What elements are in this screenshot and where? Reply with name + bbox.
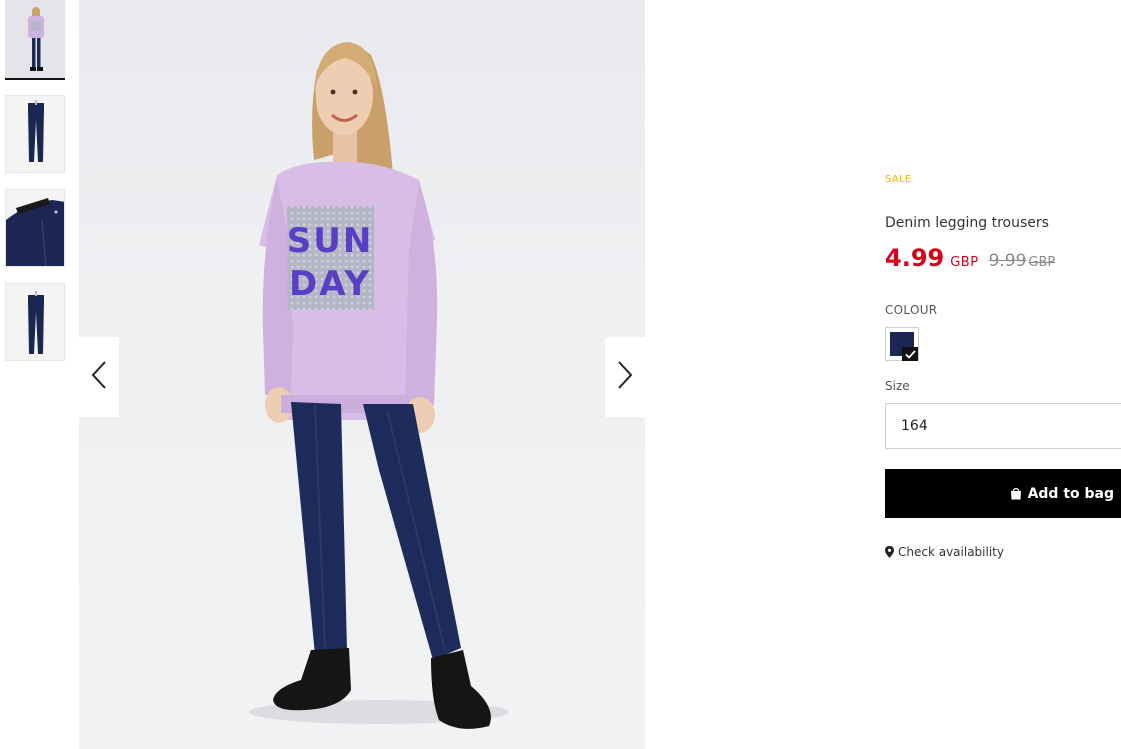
previous-image-button[interactable] <box>79 337 119 417</box>
add-to-bag-button[interactable]: Add to bag <box>885 469 1121 518</box>
thumbnail-back[interactable] <box>5 283 65 361</box>
original-price-currency: GBP <box>1028 255 1056 270</box>
active-thumbnail-indicator <box>5 78 65 80</box>
checkmark-icon <box>902 347 918 361</box>
model-photo: SUN DAY <box>249 42 509 729</box>
product-title: Denim legging trousers <box>885 215 1049 231</box>
size-label: Size <box>885 379 910 393</box>
colour-label: COLOUR <box>885 303 938 317</box>
check-availability-label: Check availability <box>898 545 1004 559</box>
size-select-value: 164 <box>901 418 928 434</box>
shopping-bag-icon <box>1010 487 1022 500</box>
check-availability-link[interactable]: Check availability <box>885 545 1004 559</box>
size-select[interactable]: 164 <box>885 403 1121 449</box>
main-product-image: SUN DAY <box>79 0 645 749</box>
chevron-right-icon <box>616 360 634 394</box>
sale-price-currency: GBP <box>950 255 979 270</box>
sale-badge: SALE <box>885 174 912 185</box>
next-image-button[interactable] <box>605 337 645 417</box>
sweater-print-line-1: SUN <box>287 221 374 261</box>
thumbnail-model[interactable] <box>5 0 65 78</box>
colour-swatch-navy[interactable] <box>885 327 919 361</box>
chevron-left-icon <box>90 360 108 394</box>
sale-price: 4.99 <box>885 244 945 272</box>
thumbnail-detail[interactable] <box>5 189 65 267</box>
thumbnail-front[interactable] <box>5 95 65 173</box>
original-price: 9.99 <box>988 251 1027 271</box>
price-row: 4.99 GBP 9.99 GBP <box>885 244 1055 272</box>
sweater-print-line-2: DAY <box>289 264 371 304</box>
add-to-bag-label: Add to bag <box>1027 485 1114 502</box>
map-pin-icon <box>885 546 894 558</box>
